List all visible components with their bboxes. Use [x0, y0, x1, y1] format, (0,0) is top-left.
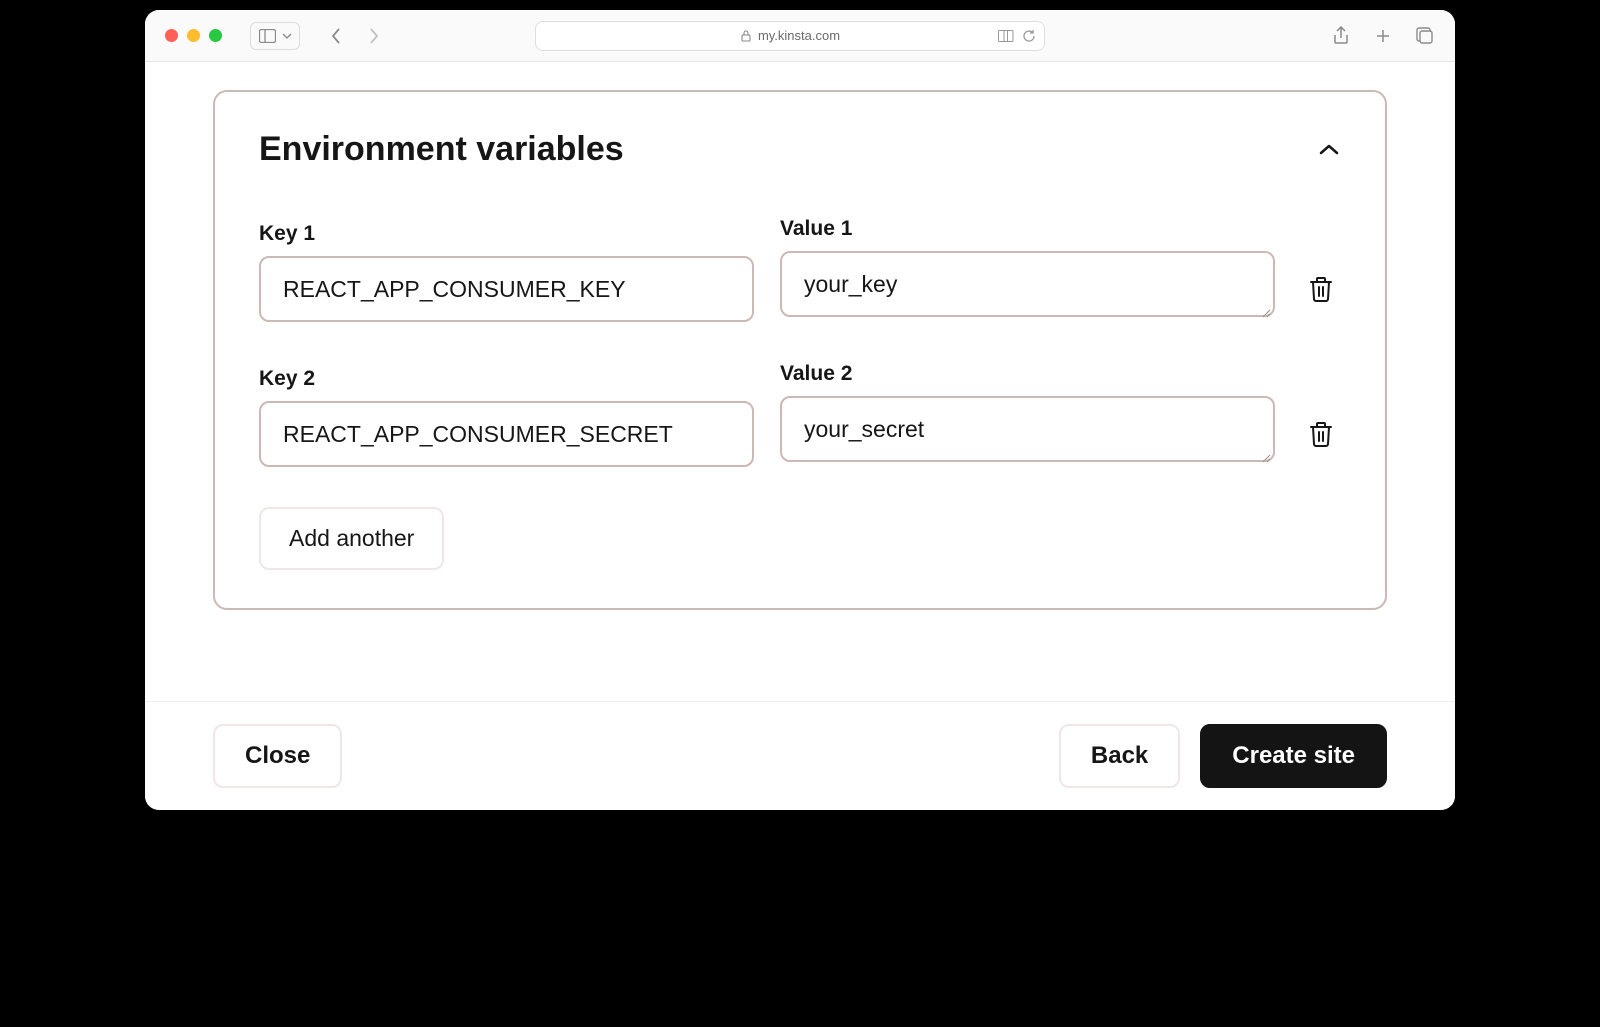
- sidebar-toggle[interactable]: [250, 22, 300, 50]
- address-bar[interactable]: my.kinsta.com: [535, 21, 1045, 51]
- new-tab-icon[interactable]: [1373, 26, 1393, 46]
- browser-chrome: my.kinsta.com: [145, 10, 1455, 62]
- delete-row-button[interactable]: [1301, 256, 1341, 322]
- value-input[interactable]: [780, 251, 1275, 317]
- value-input[interactable]: [780, 396, 1275, 462]
- share-icon[interactable]: [1331, 26, 1351, 46]
- trash-icon: [1308, 420, 1334, 448]
- footer-right: Back Create site: [1059, 724, 1387, 788]
- value-field-group: Value 1: [780, 217, 1275, 322]
- reader-icon[interactable]: [998, 26, 1014, 46]
- chrome-right-actions: [1331, 26, 1435, 46]
- url-text: my.kinsta.com: [758, 28, 840, 43]
- env-var-row: Key 1 Value 1: [259, 217, 1341, 322]
- value-label: Value 1: [780, 217, 1275, 241]
- reload-icon[interactable]: [1022, 26, 1036, 46]
- sidebar-icon: [257, 26, 277, 46]
- panel-title: Environment variables: [259, 130, 624, 169]
- window-minimize-button[interactable]: [187, 29, 200, 42]
- create-site-button[interactable]: Create site: [1200, 724, 1387, 788]
- forward-icon[interactable]: [364, 26, 384, 46]
- key-field-group: Key 1: [259, 222, 754, 322]
- tabs-icon[interactable]: [1415, 26, 1435, 46]
- delete-row-button[interactable]: [1301, 401, 1341, 467]
- back-button[interactable]: Back: [1059, 724, 1180, 788]
- env-var-row: Key 2 Value 2: [259, 362, 1341, 467]
- add-another-button[interactable]: Add another: [259, 507, 444, 570]
- trash-icon: [1308, 275, 1334, 303]
- panel-header: Environment variables: [259, 130, 1341, 169]
- key-input[interactable]: [259, 256, 754, 322]
- chevron-down-icon: [281, 26, 293, 46]
- window-maximize-button[interactable]: [209, 29, 222, 42]
- key-label: Key 1: [259, 222, 754, 246]
- content-area: Environment variables Key 1 Value 1: [145, 62, 1455, 701]
- key-field-group: Key 2: [259, 367, 754, 467]
- window-close-button[interactable]: [165, 29, 178, 42]
- close-button[interactable]: Close: [213, 724, 342, 788]
- key-label: Key 2: [259, 367, 754, 391]
- value-field-group: Value 2: [780, 362, 1275, 467]
- key-input[interactable]: [259, 401, 754, 467]
- traffic-lights: [165, 29, 222, 42]
- browser-window: my.kinsta.com En: [145, 10, 1455, 810]
- lock-icon: [740, 30, 752, 42]
- back-icon[interactable]: [326, 26, 346, 46]
- nav-arrows: [326, 26, 384, 46]
- collapse-toggle[interactable]: [1317, 138, 1341, 162]
- footer-bar: Close Back Create site: [145, 701, 1455, 810]
- env-vars-panel: Environment variables Key 1 Value 1: [213, 90, 1387, 610]
- value-label: Value 2: [780, 362, 1275, 386]
